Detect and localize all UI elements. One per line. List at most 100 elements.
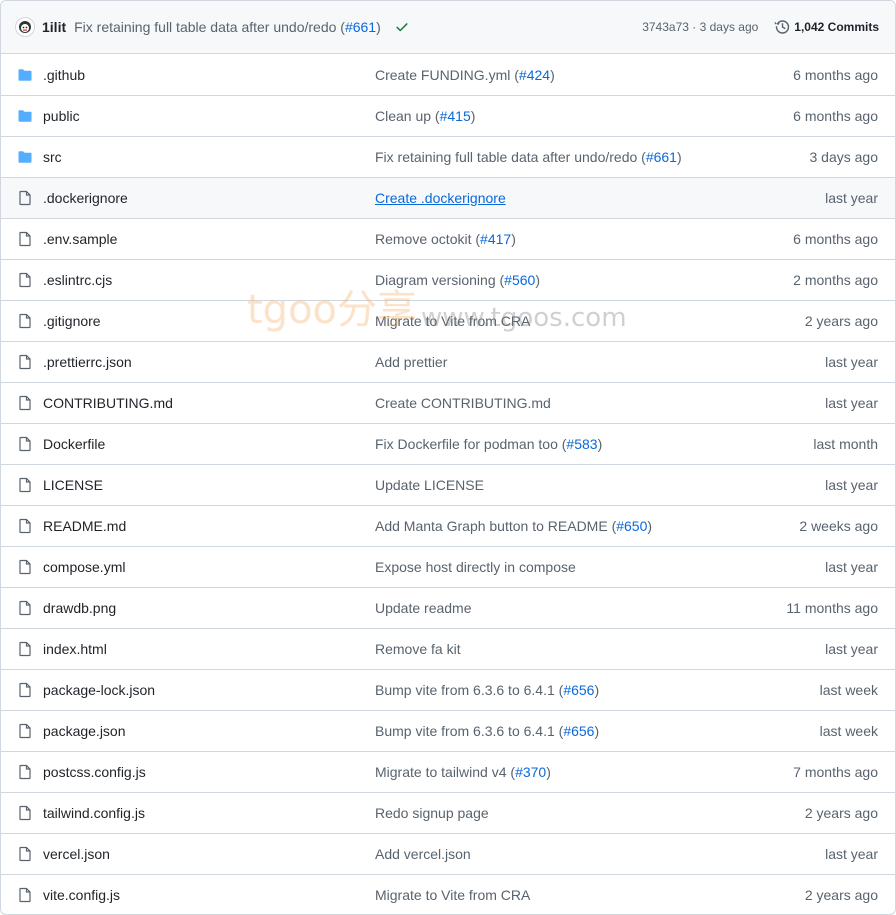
commit-message-link[interactable]: Add prettier: [375, 354, 695, 370]
file-row[interactable]: README.md Add Manta Graph button to READM…: [1, 506, 895, 547]
file-name-link[interactable]: tailwind.config.js: [43, 805, 375, 821]
commit-message-link[interactable]: Create FUNDING.yml (#424): [375, 67, 695, 83]
commit-author[interactable]: 1ilit: [42, 19, 66, 35]
commit-message-text[interactable]: Create .dockerignore: [375, 190, 506, 206]
file-name-link[interactable]: .gitignore: [43, 313, 375, 329]
file-name-link[interactable]: drawdb.png: [43, 600, 375, 616]
commit-message-link[interactable]: Diagram versioning (#560): [375, 272, 695, 288]
file-name-link[interactable]: .eslintrc.cjs: [43, 272, 375, 288]
commit-message-link[interactable]: Add Manta Graph button to README (#650): [375, 518, 695, 534]
commit-message-link[interactable]: Remove fa kit: [375, 641, 695, 657]
commit-message-text[interactable]: Bump vite from 6.3.6 to 6.4.1 (: [375, 723, 563, 739]
file-name-link[interactable]: package.json: [43, 723, 375, 739]
file-name-link[interactable]: package-lock.json: [43, 682, 375, 698]
file-row[interactable]: package-lock.json Bump vite from 6.3.6 to…: [1, 670, 895, 711]
file-row[interactable]: Dockerfile Fix Dockerfile for podman too …: [1, 424, 895, 465]
commit-message-link[interactable]: Create .dockerignore: [375, 190, 695, 206]
file-row[interactable]: vercel.json Add vercel.json last year: [1, 834, 895, 875]
commit-message-link[interactable]: Clean up (#415): [375, 108, 695, 124]
commit-pr-link[interactable]: #661: [345, 19, 376, 35]
file-row[interactable]: postcss.config.js Migrate to tailwind v4 …: [1, 752, 895, 793]
check-icon[interactable]: [395, 20, 409, 34]
file-name-link[interactable]: vite.config.js: [43, 887, 375, 903]
commit-message-text[interactable]: Add Manta Graph button to README (: [375, 518, 616, 534]
commit-message-text[interactable]: Remove octokit (: [375, 231, 480, 247]
file-name-link[interactable]: public: [43, 108, 375, 124]
author-avatar[interactable]: [15, 17, 35, 37]
commit-message-link[interactable]: Update readme: [375, 600, 695, 616]
file-row[interactable]: index.html Remove fa kit last year: [1, 629, 895, 670]
file-row[interactable]: public Clean up (#415) 6 months ago: [1, 96, 895, 137]
commit-message-link[interactable]: Redo signup page: [375, 805, 695, 821]
file-name-link[interactable]: compose.yml: [43, 559, 375, 575]
commit-message-link[interactable]: Bump vite from 6.3.6 to 6.4.1 (#656): [375, 682, 695, 698]
file-name-link[interactable]: CONTRIBUTING.md: [43, 395, 375, 411]
file-row[interactable]: .dockerignore Create .dockerignore last ye…: [1, 178, 895, 219]
commit-message-text[interactable]: Create CONTRIBUTING.md: [375, 395, 551, 411]
commit-message-text[interactable]: Remove fa kit: [375, 641, 461, 657]
commit-message-link[interactable]: Remove octokit (#417): [375, 231, 695, 247]
commit-message-link[interactable]: Fix Dockerfile for podman too (#583): [375, 436, 695, 452]
pr-link[interactable]: #415: [440, 108, 471, 124]
file-name-link[interactable]: .env.sample: [43, 231, 375, 247]
commit-message-text[interactable]: Redo signup page: [375, 805, 489, 821]
file-name-link[interactable]: Dockerfile: [43, 436, 375, 452]
commit-message[interactable]: Fix retaining full table data after undo…: [74, 19, 381, 35]
file-row[interactable]: src Fix retaining full table data after u…: [1, 137, 895, 178]
file-row[interactable]: .prettierrc.json Add prettier last year: [1, 342, 895, 383]
file-name-link[interactable]: src: [43, 149, 375, 165]
commit-message-link[interactable]: Bump vite from 6.3.6 to 6.4.1 (#656): [375, 723, 695, 739]
file-row[interactable]: LICENSE Update LICENSE last year: [1, 465, 895, 506]
commit-message-text[interactable]: Add vercel.json: [375, 846, 471, 862]
commit-message-link[interactable]: Add vercel.json: [375, 846, 695, 862]
commit-message-text[interactable]: Clean up (: [375, 108, 440, 124]
pr-link[interactable]: #656: [563, 682, 594, 698]
commit-message-text[interactable]: Expose host directly in compose: [375, 559, 576, 575]
pr-link[interactable]: #417: [480, 231, 511, 247]
commit-message-text[interactable]: Fix retaining full table data after undo…: [74, 19, 345, 35]
file-name-link[interactable]: postcss.config.js: [43, 764, 375, 780]
commit-message-text[interactable]: Update LICENSE: [375, 477, 484, 493]
file-name-link[interactable]: LICENSE: [43, 477, 375, 493]
file-row[interactable]: drawdb.png Update readme 11 months ago: [1, 588, 895, 629]
pr-link[interactable]: #370: [515, 764, 546, 780]
commit-message-text[interactable]: Migrate to tailwind v4 (: [375, 764, 515, 780]
commit-message-link[interactable]: Migrate to Vite from CRA: [375, 313, 695, 329]
commit-message-link[interactable]: Migrate to Vite from CRA: [375, 887, 695, 903]
file-name-link[interactable]: index.html: [43, 641, 375, 657]
file-name-link[interactable]: .dockerignore: [43, 190, 375, 206]
commit-message-text[interactable]: Fix retaining full table data after undo…: [375, 149, 646, 165]
file-row[interactable]: compose.yml Expose host directly in compo…: [1, 547, 895, 588]
commits-link[interactable]: 1,042 Commits: [774, 19, 879, 35]
pr-link[interactable]: #656: [563, 723, 594, 739]
commit-message-text[interactable]: Migrate to Vite from CRA: [375, 887, 530, 903]
file-row[interactable]: package.json Bump vite from 6.3.6 to 6.4.…: [1, 711, 895, 752]
file-row[interactable]: .eslintrc.cjs Diagram versioning (#560) 2 …: [1, 260, 895, 301]
commit-message-link[interactable]: Update LICENSE: [375, 477, 695, 493]
commit-message-text[interactable]: Fix Dockerfile for podman too (: [375, 436, 566, 452]
commit-message-text[interactable]: Migrate to Vite from CRA: [375, 313, 530, 329]
pr-link[interactable]: #424: [519, 67, 550, 83]
commit-message-text[interactable]: Diagram versioning (: [375, 272, 504, 288]
pr-link[interactable]: #583: [566, 436, 597, 452]
commit-message-link[interactable]: Migrate to tailwind v4 (#370): [375, 764, 695, 780]
commit-message-text[interactable]: Update readme: [375, 600, 472, 616]
file-row[interactable]: .github Create FUNDING.yml (#424) 6 months…: [1, 55, 895, 96]
commit-message-text[interactable]: Create FUNDING.yml (: [375, 67, 519, 83]
commit-sha-time[interactable]: 3743a73 · 3 days ago: [642, 20, 758, 34]
file-name-link[interactable]: vercel.json: [43, 846, 375, 862]
file-row[interactable]: tailwind.config.js Redo signup page 2 year…: [1, 793, 895, 834]
commit-message-text[interactable]: Bump vite from 6.3.6 to 6.4.1 (: [375, 682, 563, 698]
file-row[interactable]: .env.sample Remove octokit (#417) 6 months…: [1, 219, 895, 260]
pr-link[interactable]: #650: [616, 518, 647, 534]
commit-message-link[interactable]: Fix retaining full table data after undo…: [375, 149, 695, 165]
pr-link[interactable]: #560: [504, 272, 535, 288]
commit-message-text[interactable]: Add prettier: [375, 354, 447, 370]
file-row[interactable]: vite.config.js Migrate to Vite from CRA 2 …: [1, 875, 895, 914]
file-name-link[interactable]: README.md: [43, 518, 375, 534]
file-row[interactable]: CONTRIBUTING.md Create CONTRIBUTING.md las…: [1, 383, 895, 424]
commit-message-link[interactable]: Create CONTRIBUTING.md: [375, 395, 695, 411]
pr-link[interactable]: #661: [646, 149, 677, 165]
commit-message-link[interactable]: Expose host directly in compose: [375, 559, 695, 575]
file-row[interactable]: .gitignore Migrate to Vite from CRA 2 year…: [1, 301, 895, 342]
